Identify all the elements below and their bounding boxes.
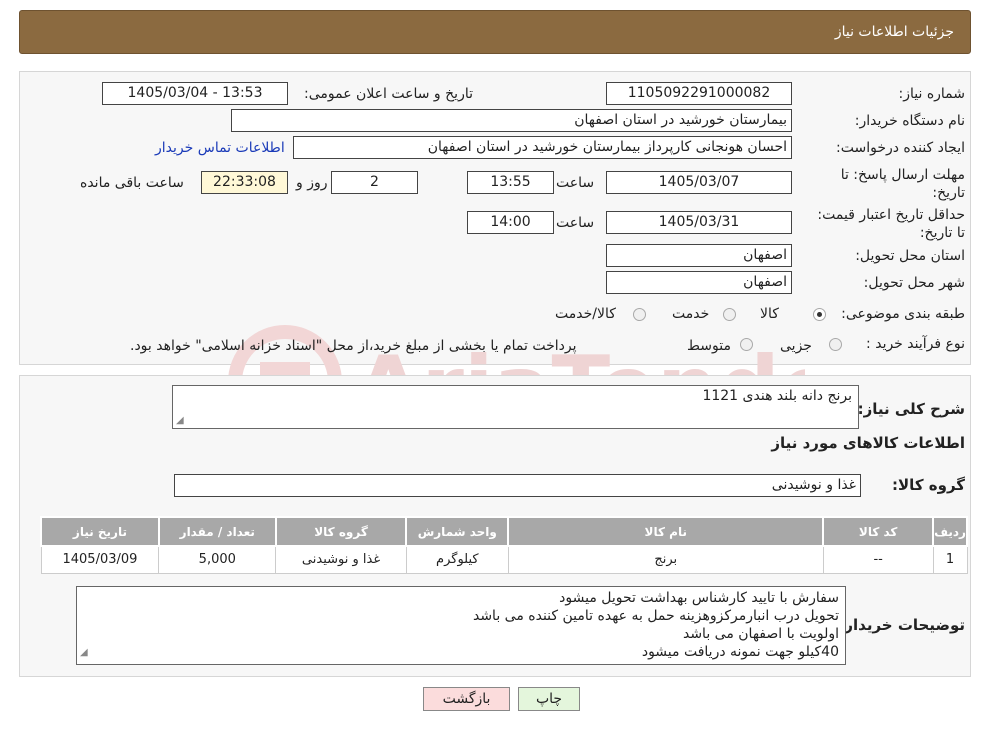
- city-field: اصفهان: [606, 271, 792, 294]
- deadline-date-field: 1405/03/07: [606, 171, 792, 194]
- back-button[interactable]: بازگشت: [423, 687, 510, 711]
- cell-unit: کیلوگرم: [405, 545, 509, 574]
- validity-label: حداقل تاریخ اعتبار قیمت: تا تاریخ:: [817, 207, 965, 241]
- process-note: پرداخت تمام یا بخشی از مبلغ خرید،از محل …: [130, 338, 577, 354]
- buyer-org-label: نام دستگاه خریدار:: [854, 113, 965, 129]
- category-radio-service[interactable]: [723, 308, 736, 321]
- announce-field: 1405/03/04 - 13:53: [102, 82, 288, 105]
- cell-group: غذا و نوشیدنی: [275, 545, 407, 574]
- process-option-minor: جزیی: [780, 338, 812, 354]
- goods-table: ردیف کد کالا نام کالا واحد شمارش گروه کا…: [40, 516, 968, 574]
- process-radio-medium[interactable]: [740, 338, 753, 351]
- summary-text: برنج دانه بلند هندی 1121: [702, 388, 852, 404]
- col-group: گروه کالا: [274, 516, 408, 547]
- table-row: 1 -- برنج کیلوگرم غذا و نوشیدنی 5,000 14…: [40, 545, 968, 574]
- col-quantity: تعداد / مقدار: [157, 516, 277, 547]
- buyer-note-line: تحویل درب انبارمرکزوهزینه حمل به عهده تا…: [472, 608, 839, 624]
- print-button[interactable]: چاپ: [518, 687, 580, 711]
- need-info-panel: AriaTender.neT شماره نیاز: 1105092291000…: [19, 71, 971, 438]
- buyer-note-line: 40کیلو جهت نمونه دریافت میشود: [641, 644, 839, 660]
- category-option-service: خدمت: [672, 306, 710, 322]
- creator-label: ایجاد کننده درخواست:: [836, 140, 965, 156]
- days-label: روز و: [296, 175, 328, 191]
- buyer-notes-label: توضیحات خریدار:: [838, 616, 965, 634]
- province-label: استان محل تحویل:: [855, 248, 965, 264]
- deadline-label: مهلت ارسال پاسخ: تا تاریخ:: [840, 167, 965, 201]
- category-label: طبقه بندی موضوعی:: [841, 306, 965, 322]
- resize-grip-icon: ◢: [80, 647, 88, 658]
- city-label: شهر محل تحویل:: [863, 275, 965, 291]
- cell-code: --: [822, 545, 934, 574]
- page-title: جزئیات اطلاعات نیاز: [834, 24, 954, 40]
- summary-textarea[interactable]: برنج دانه بلند هندی 1121 ◢: [172, 385, 859, 429]
- page-header: جزئیات اطلاعات نیاز: [19, 10, 971, 54]
- province-field: اصفهان: [606, 244, 792, 267]
- category-radio-goods-service[interactable]: [633, 308, 646, 321]
- announce-label: تاریخ و ساعت اعلان عمومی:: [304, 86, 473, 102]
- buyer-note-line: سفارش با تایید کارشناس بهداشت تحویل میشو…: [559, 590, 839, 606]
- validity-time-label: ساعت: [556, 215, 595, 231]
- remaining-label: ساعت باقی مانده: [80, 175, 184, 191]
- validity-time-field: 14:00: [467, 211, 554, 234]
- deadline-time-label: ساعت: [556, 175, 595, 191]
- goods-group-label: گروه کالا:: [892, 476, 965, 494]
- col-code: کد کالا: [822, 516, 935, 547]
- creator-field: احسان هونجانی کارپرداز بیمارستان خورشید …: [293, 136, 792, 159]
- process-option-medium: متوسط: [687, 338, 731, 354]
- goods-table-header: ردیف کد کالا نام کالا واحد شمارش گروه کا…: [40, 516, 968, 547]
- cell-date: 1405/03/09: [40, 545, 160, 574]
- buyer-notes-textarea[interactable]: سفارش با تایید کارشناس بهداشت تحویل میشو…: [76, 586, 846, 665]
- cell-quantity: 5,000: [158, 545, 277, 574]
- deadline-time-field: 13:55: [467, 171, 554, 194]
- days-field: 2: [331, 171, 418, 194]
- resize-grip-icon: ◢: [176, 415, 184, 426]
- summary-label: شرح کلی نیاز:: [857, 400, 965, 418]
- col-name: نام کالا: [507, 516, 825, 547]
- category-option-goods: کالا: [760, 306, 779, 322]
- goods-details-panel: شرح کلی نیاز: برنج دانه بلند هندی 1121 ◢…: [19, 375, 971, 677]
- category-option-goods-service: کالا/خدمت: [555, 306, 616, 322]
- col-unit: واحد شمارش: [405, 516, 510, 547]
- category-radio-goods[interactable]: [813, 308, 826, 321]
- cell-name: برنج: [507, 545, 824, 574]
- buyer-contact-link[interactable]: اطلاعات تماس خریدار: [155, 140, 285, 156]
- goods-group-field: غذا و نوشیدنی: [174, 474, 861, 497]
- buyer-note-line: اولویت با اصفهان می باشد: [682, 626, 839, 642]
- need-number-field: 1105092291000082: [606, 82, 792, 105]
- goods-info-title: اطلاعات کالاهای مورد نیاز: [771, 434, 965, 452]
- need-number-label: شماره نیاز:: [898, 86, 966, 102]
- process-radio-minor[interactable]: [829, 338, 842, 351]
- buyer-org-field: بیمارستان خورشید در استان اصفهان: [231, 109, 792, 132]
- col-date: تاریخ نیاز: [40, 516, 160, 547]
- remaining-time-field: 22:33:08: [201, 171, 288, 194]
- process-label: نوع فرآیند خرید :: [866, 336, 965, 352]
- validity-date-field: 1405/03/31: [606, 211, 792, 234]
- cell-row: 1: [932, 545, 968, 574]
- col-row: ردیف: [932, 516, 968, 547]
